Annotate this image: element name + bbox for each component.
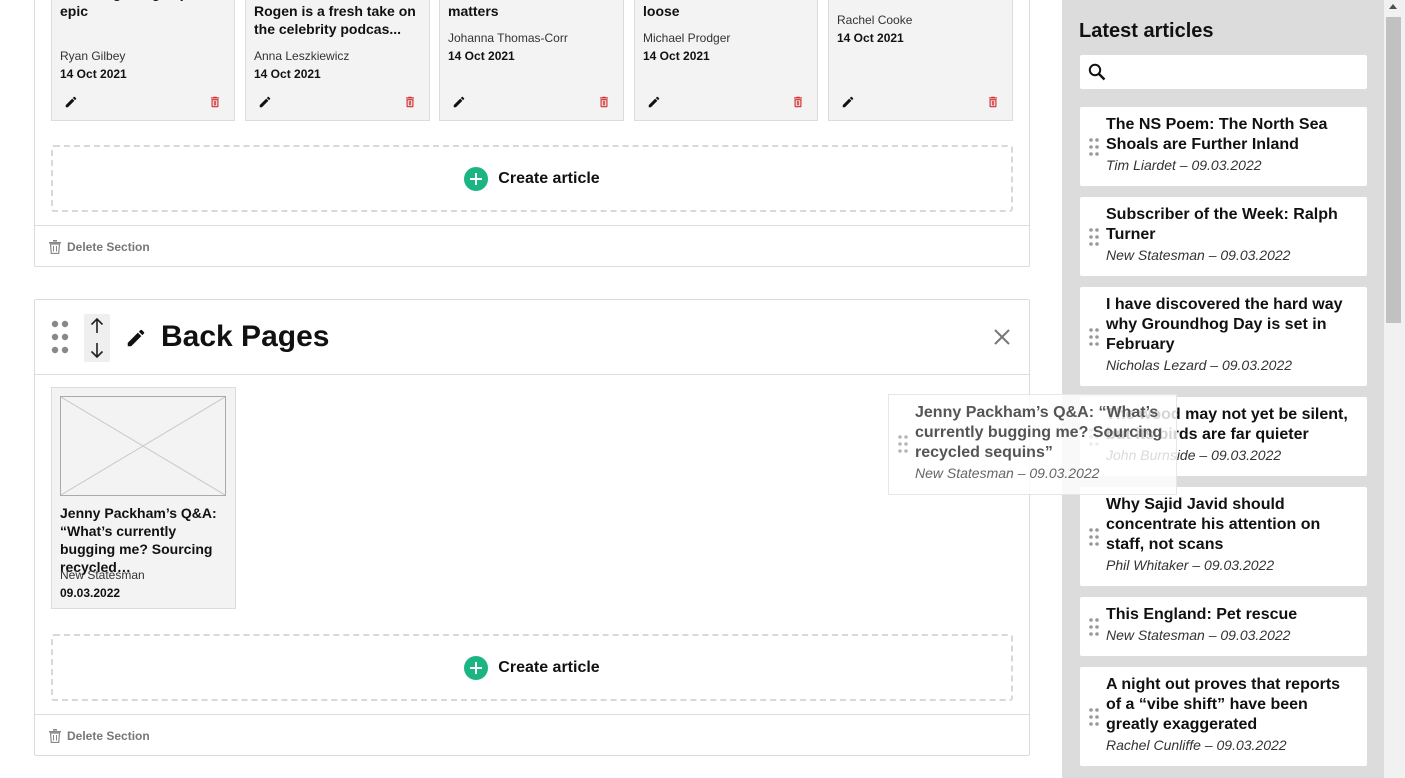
pencil-icon[interactable] — [258, 95, 272, 109]
scrollbar[interactable] — [1384, 0, 1405, 778]
article-card[interactable]: loose Michael Prodger 14 Oct 2021 — [634, 0, 818, 121]
search-box[interactable] — [1080, 55, 1367, 89]
trash-icon — [49, 239, 61, 254]
trash-icon — [49, 728, 61, 743]
article-card-author: Michael Prodger — [643, 31, 731, 45]
sidebar-article-meta: New Statesman – 09.03.2022 — [1106, 247, 1291, 263]
sidebar-article-meta: Tim Liardet – 09.03.2022 — [1106, 157, 1262, 173]
drag-handle-icon[interactable] — [1089, 137, 1099, 156]
trash-icon[interactable] — [791, 95, 805, 109]
sidebar-article-item[interactable]: The NS Poem: The North Sea Shoals are Fu… — [1080, 107, 1367, 186]
pencil-icon[interactable] — [647, 95, 661, 109]
article-card-date: 14 Oct 2021 — [643, 49, 710, 63]
drag-handle-icon[interactable] — [1089, 527, 1099, 546]
article-card[interactable]: Rachel Cooke 14 Oct 2021 — [828, 0, 1013, 121]
drag-handle-icon[interactable] — [1089, 617, 1099, 636]
move-down-button[interactable] — [84, 338, 110, 362]
section-previous: a coming-of-age space epic Ryan Gilbey 1… — [34, 0, 1030, 267]
create-article-label: Create article — [498, 169, 600, 187]
sidebar-article-title: I have discovered the hard way why Groun… — [1106, 296, 1343, 353]
latest-articles-sidebar: Latest articles The NS Poem: The North S… — [1062, 0, 1384, 778]
trash-icon[interactable] — [597, 95, 611, 109]
pencil-icon[interactable] — [64, 95, 78, 109]
drag-handle-icon[interactable] — [1089, 327, 1099, 346]
create-article-label: Create article — [498, 658, 600, 676]
drag-handle-icon[interactable] — [1089, 707, 1099, 726]
article-card[interactable]: Rogen is a fresh take on the celebrity p… — [245, 0, 430, 121]
article-card-date: 14 Oct 2021 — [60, 67, 127, 81]
reorder-controls — [84, 314, 110, 362]
sidebar-article-title: The NS Poem: The North Sea Shoals are Fu… — [1106, 116, 1328, 153]
article-image-placeholder — [60, 396, 226, 496]
create-article-button[interactable]: Create article — [51, 634, 1013, 701]
section-title[interactable]: Back Pages — [161, 320, 329, 354]
close-icon[interactable] — [993, 328, 1011, 346]
pencil-icon[interactable] — [452, 95, 466, 109]
trash-icon[interactable] — [208, 95, 222, 109]
article-card-title: Rogen is a fresh take on the celebrity p… — [254, 3, 416, 37]
article-card-date: 09.03.2022 — [60, 586, 121, 600]
search-icon — [1088, 63, 1106, 81]
plus-circle-icon — [464, 655, 489, 680]
pencil-icon[interactable] — [125, 327, 147, 349]
drag-handle-icon[interactable] — [1089, 227, 1099, 246]
sidebar-article-item[interactable]: Why Sajid Javid should concentrate his a… — [1080, 487, 1367, 586]
delete-section-label: Delete Section — [67, 728, 150, 743]
sidebar-article-item[interactable]: I have discovered the hard way why Groun… — [1080, 287, 1367, 386]
section-header: Back Pages — [35, 300, 1029, 375]
sidebar-article-title: This England: Pet rescue — [1106, 606, 1298, 623]
article-card-date: 14 Oct 2021 — [448, 49, 515, 63]
plus-circle-icon — [464, 166, 489, 191]
dragged-article-ghost[interactable]: Jenny Packham’s Q&A: “What’s currently b… — [888, 394, 1177, 495]
delete-section-button[interactable]: Delete Section — [35, 714, 1029, 756]
arrow-up-icon — [90, 318, 104, 333]
article-card-author: Anna Leszkiewicz — [254, 49, 350, 63]
article-card-date: 14 Oct 2021 — [837, 31, 904, 45]
article-card[interactable]: Jenny Packham’s Q&A: “What’s currently b… — [51, 387, 236, 609]
sidebar-article-meta: Nicholas Lezard – 09.03.2022 — [1106, 357, 1293, 373]
article-card-date: 14 Oct 2021 — [254, 67, 321, 81]
section-back-pages: Back Pages Jenny Packham’s Q&A: “What’s … — [34, 299, 1030, 756]
article-card-title: matters — [448, 3, 499, 19]
scrollbar-thumb[interactable] — [1386, 17, 1401, 323]
article-card-title: a coming-of-age space epic — [60, 0, 212, 19]
article-card[interactable]: a coming-of-age space epic Ryan Gilbey 1… — [51, 0, 235, 121]
article-card-author: Johanna Thomas-Corr — [448, 31, 568, 45]
article-card-author: Ryan Gilbey — [60, 49, 126, 63]
sidebar-title: Latest articles — [1079, 20, 1214, 42]
delete-section-button[interactable]: Delete Section — [35, 225, 1029, 267]
article-card-author: New Statesman — [60, 568, 145, 582]
sidebar-article-title: A night out proves that reports of a “vi… — [1106, 676, 1341, 733]
pencil-icon[interactable] — [841, 95, 855, 109]
sidebar-article-meta: Rachel Cunliffe – 09.03.2022 — [1106, 737, 1287, 753]
sidebar-article-title: Subscriber of the Week: Ralph Turner — [1106, 206, 1338, 243]
arrow-down-icon — [90, 343, 104, 358]
article-card-title: Jenny Packham’s Q&A: “What’s currently b… — [60, 505, 217, 575]
sidebar-article-meta: Phil Whitaker – 09.03.2022 — [1106, 557, 1275, 573]
sidebar-article-item[interactable]: A night out proves that reports of a “vi… — [1080, 667, 1367, 766]
sidebar-article-item[interactable]: Subscriber of the Week: Ralph Turner New… — [1080, 197, 1367, 276]
article-card-title: loose — [643, 3, 680, 19]
article-card[interactable]: matters Johanna Thomas-Corr 14 Oct 2021 — [439, 0, 624, 121]
move-up-button[interactable] — [84, 314, 110, 338]
ghost-article-meta: New Statesman – 09.03.2022 — [915, 465, 1100, 481]
scroll-up-arrow-icon[interactable] — [1389, 4, 1397, 9]
ghost-article-title: Jenny Packham’s Q&A: “What’s currently b… — [915, 404, 1163, 461]
drag-handle-icon[interactable] — [51, 320, 69, 354]
trash-icon[interactable] — [986, 95, 1000, 109]
delete-section-label: Delete Section — [67, 239, 150, 254]
sidebar-article-title: Why Sajid Javid should concentrate his a… — [1106, 496, 1321, 553]
sidebar-article-meta: New Statesman – 09.03.2022 — [1106, 627, 1291, 643]
search-input[interactable] — [1116, 59, 1356, 85]
drag-handle-icon — [898, 435, 908, 453]
create-article-button[interactable]: Create article — [51, 145, 1013, 212]
article-card-author: Rachel Cooke — [837, 13, 913, 27]
trash-icon[interactable] — [403, 95, 417, 109]
sidebar-article-item[interactable]: This England: Pet rescue New Statesman –… — [1080, 597, 1367, 656]
